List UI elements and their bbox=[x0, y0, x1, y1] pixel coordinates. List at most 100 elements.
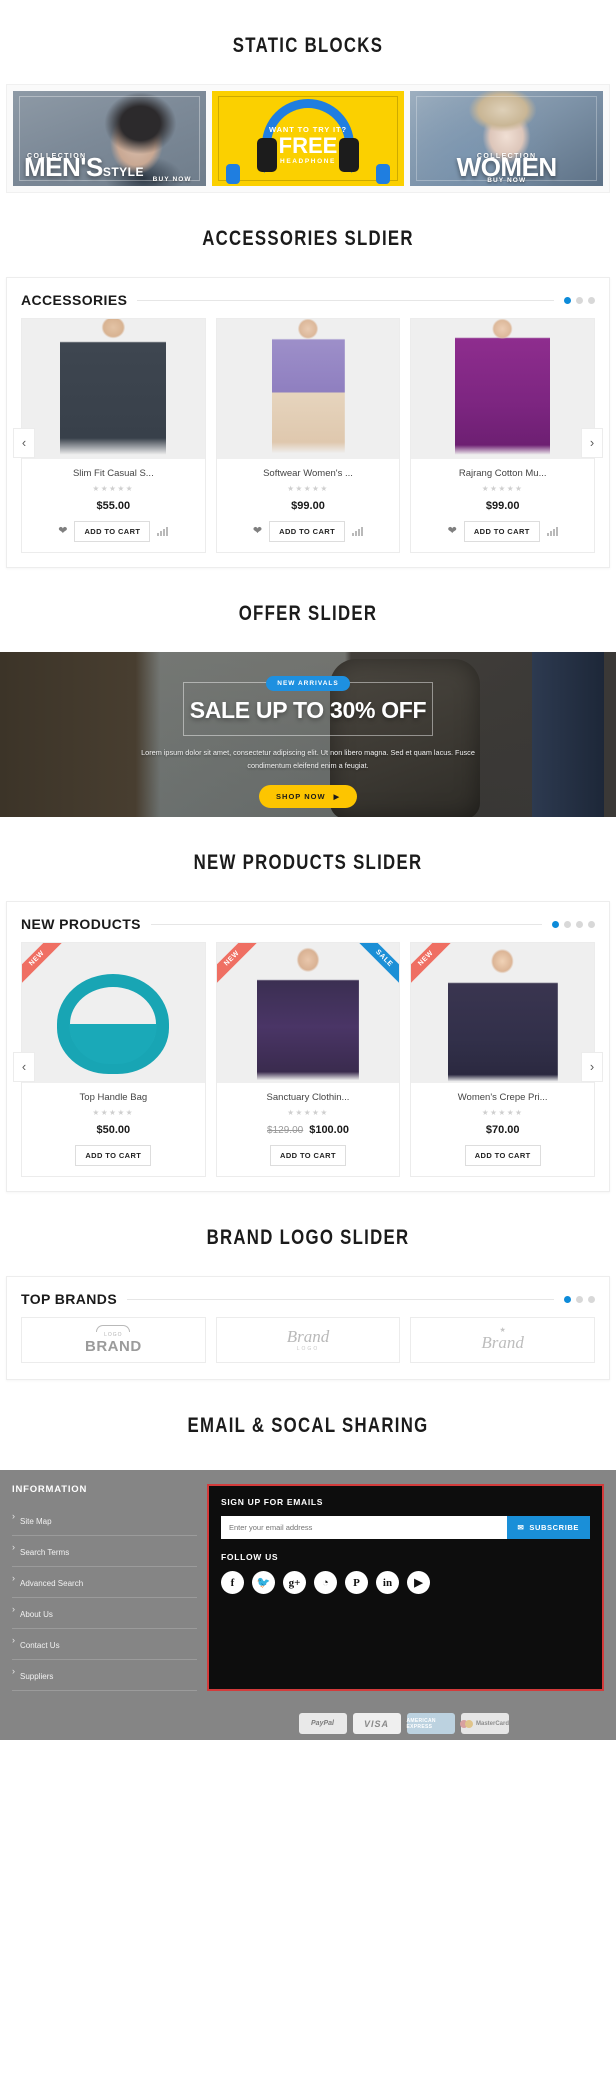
product-image bbox=[22, 319, 205, 459]
compare-chart-icon[interactable] bbox=[352, 527, 364, 536]
new-badge-label: NEW bbox=[216, 943, 260, 987]
product-name[interactable]: Rajrang Cotton Mu... bbox=[415, 468, 590, 479]
add-to-cart-button[interactable]: ADD TO CART bbox=[464, 1145, 541, 1166]
pinterest-icon[interactable]: P bbox=[345, 1571, 368, 1594]
accessories-carousel: ‹ › Slim Fit Casual S... ★★★★★ $55.00 ❤ … bbox=[7, 318, 609, 567]
product-rating-stars: ★★★★★ bbox=[92, 1108, 135, 1117]
new-products-pagination-dots[interactable] bbox=[552, 920, 595, 928]
brands-dot-3[interactable] bbox=[588, 1295, 595, 1303]
brands-pagination-dots[interactable] bbox=[564, 1295, 595, 1303]
envelope-icon: ✉ bbox=[517, 1523, 525, 1532]
product-name[interactable]: Sanctuary Clothin... bbox=[221, 1092, 396, 1103]
product-card[interactable]: NEW SALE Sanctuary Clothin... ★★★★★ $129… bbox=[215, 942, 401, 1177]
footer-link-suppliers[interactable]: Suppliers bbox=[20, 1672, 53, 1681]
footer-link-contact-us[interactable]: Contact Us bbox=[20, 1641, 60, 1650]
headphone-line2: FREE bbox=[278, 133, 338, 158]
wishlist-heart-icon[interactable]: ❤ bbox=[448, 526, 457, 537]
offer-slider[interactable]: NEW ARRIVALS SALE UP TO 30% OFF Lorem ip… bbox=[0, 652, 616, 817]
mens-block-cta[interactable]: BUY NOW bbox=[153, 176, 192, 183]
product-actions: ❤ ADD TO CART bbox=[221, 521, 396, 542]
shop-now-button[interactable]: SHOP NOW ▶ bbox=[259, 784, 357, 808]
brand-logo-item[interactable]: LOGO BRAND bbox=[21, 1317, 206, 1363]
add-to-cart-button[interactable]: ADD TO CART bbox=[75, 1145, 152, 1166]
page-title-static-blocks: STATIC BLOCKS bbox=[232, 34, 384, 57]
product-card[interactable]: Softwear Women's ... ★★★★★ $99.00 ❤ ADD … bbox=[215, 318, 401, 553]
product-card[interactable]: Slim Fit Casual S... ★★★★★ $55.00 ❤ ADD … bbox=[21, 318, 206, 553]
brand-logo-item[interactable]: Brand LOGO bbox=[215, 1317, 401, 1363]
new-products-dot-2[interactable] bbox=[564, 920, 571, 928]
list-item[interactable]: Site Map bbox=[12, 1505, 197, 1536]
add-to-cart-button[interactable]: ADD TO CART bbox=[463, 521, 540, 542]
product-image: NEW bbox=[411, 943, 595, 1083]
subscribe-button[interactable]: ✉ SUBSCRIBE bbox=[506, 1516, 590, 1539]
shop-now-label: SHOP NOW bbox=[276, 791, 326, 801]
add-to-cart-button[interactable]: ADD TO CART bbox=[270, 1145, 346, 1166]
twitter-icon[interactable]: 🐦 bbox=[252, 1571, 275, 1594]
email-input[interactable] bbox=[221, 1516, 507, 1539]
static-block-mens-collection[interactable]: COLLECTION MEN'SSTYLE BUY NOW bbox=[13, 91, 206, 186]
accessories-prev-arrow-icon[interactable]: ‹ bbox=[13, 427, 35, 458]
brands-slider-panel: TOP BRANDS LOGO BRAND Brand LOGO ★ Brand bbox=[6, 1276, 610, 1380]
page-title-new-products: NEW PRODUCTS SLIDER bbox=[193, 851, 423, 874]
new-products-prev-arrow-icon[interactable]: ‹ bbox=[13, 1051, 35, 1082]
google-plus-icon[interactable]: g+ bbox=[283, 1571, 306, 1594]
play-arrow-icon: ▶ bbox=[333, 793, 340, 801]
wishlist-heart-icon[interactable]: ❤ bbox=[58, 526, 67, 537]
list-item[interactable]: Suppliers bbox=[12, 1660, 197, 1691]
accessories-dot-1[interactable] bbox=[564, 296, 571, 304]
women-block-cta[interactable]: BUY NOW bbox=[487, 177, 526, 184]
compare-chart-icon[interactable] bbox=[157, 527, 169, 536]
product-name[interactable]: Softwear Women's ... bbox=[221, 468, 396, 479]
compare-chart-icon[interactable] bbox=[546, 527, 558, 536]
list-item[interactable]: Contact Us bbox=[12, 1629, 197, 1660]
brands-dot-2[interactable] bbox=[576, 1295, 583, 1303]
list-item[interactable]: Advanced Search bbox=[12, 1567, 197, 1598]
footer-link-site-map[interactable]: Site Map bbox=[20, 1517, 52, 1526]
newsletter-social-panel: SIGN UP FOR EMAILS ✉SUBSCRIBE FOLLOW US … bbox=[207, 1484, 604, 1691]
youtube-icon[interactable]: ▶ bbox=[407, 1571, 430, 1594]
product-card[interactable]: NEW Top Handle Bag ★★★★★ $50.00 ADD TO C… bbox=[21, 942, 206, 1177]
facebook-icon[interactable]: f bbox=[221, 1571, 244, 1594]
product-photo-lace-dress bbox=[216, 319, 400, 459]
new-products-slider-panel: NEW PRODUCTS ‹ › NEW Top Handle Bag ★★★★… bbox=[6, 901, 610, 1192]
brand-logo-item[interactable]: ★ Brand bbox=[410, 1317, 596, 1363]
list-item[interactable]: About Us bbox=[12, 1598, 197, 1629]
linkedin-icon[interactable]: in bbox=[376, 1571, 399, 1594]
visa-icon: VISA bbox=[352, 1713, 401, 1734]
product-name[interactable]: Women's Crepe Pri... bbox=[415, 1092, 590, 1103]
signup-form: ✉ SUBSCRIBE bbox=[221, 1516, 590, 1539]
new-products-dot-4[interactable] bbox=[588, 920, 595, 928]
new-products-panel-header: NEW PRODUCTS bbox=[7, 902, 609, 942]
footer-link-about-us[interactable]: About Us bbox=[20, 1610, 53, 1619]
page-title-accessories: ACCESSORIES SLDIER bbox=[202, 227, 414, 250]
headphone-line3: HEADPHONE bbox=[280, 158, 336, 165]
product-card[interactable]: NEW Women's Crepe Pri... ★★★★★ $70.00 AD… bbox=[410, 942, 596, 1177]
product-image bbox=[411, 319, 595, 459]
static-block-women-collection[interactable]: COLLECTION WOMEN BUY NOW bbox=[410, 91, 604, 186]
new-products-next-arrow-icon[interactable]: › bbox=[581, 1051, 603, 1082]
add-to-cart-button[interactable]: ADD TO CART bbox=[269, 521, 346, 542]
mastercard-icon: MasterCard bbox=[460, 1713, 509, 1734]
product-price: $99.00 bbox=[291, 500, 325, 512]
product-name[interactable]: Slim Fit Casual S... bbox=[26, 468, 201, 479]
brands-dot-1[interactable] bbox=[564, 1295, 571, 1303]
product-rating-stars: ★★★★★ bbox=[287, 1108, 329, 1117]
footer-link-advanced-search[interactable]: Advanced Search bbox=[20, 1579, 83, 1588]
accessories-next-arrow-icon[interactable]: › bbox=[581, 427, 603, 458]
accessories-pagination-dots[interactable] bbox=[564, 296, 595, 304]
rss-icon[interactable]: ◔ bbox=[314, 1571, 337, 1594]
sale-badge-label: SALE bbox=[356, 943, 400, 987]
wishlist-heart-icon[interactable]: ❤ bbox=[253, 526, 262, 537]
product-name[interactable]: Top Handle Bag bbox=[26, 1092, 201, 1103]
product-card[interactable]: Rajrang Cotton Mu... ★★★★★ $99.00 ❤ ADD … bbox=[410, 318, 596, 553]
new-products-dot-1[interactable] bbox=[552, 920, 559, 928]
accessories-dot-3[interactable] bbox=[588, 296, 595, 304]
static-block-free-headphone[interactable]: WANT TO TRY IT? FREE HEADPHONE bbox=[211, 91, 405, 186]
product-info: Sanctuary Clothin... ★★★★★ $129.00 $100.0… bbox=[217, 1083, 400, 1176]
footer-link-search-terms[interactable]: Search Terms bbox=[20, 1548, 69, 1557]
new-products-dot-3[interactable] bbox=[576, 920, 583, 928]
page-title-offer: OFFER SLIDER bbox=[238, 602, 378, 625]
add-to-cart-button[interactable]: ADD TO CART bbox=[74, 521, 151, 542]
accessories-dot-2[interactable] bbox=[576, 296, 583, 304]
list-item[interactable]: Search Terms bbox=[12, 1536, 197, 1567]
